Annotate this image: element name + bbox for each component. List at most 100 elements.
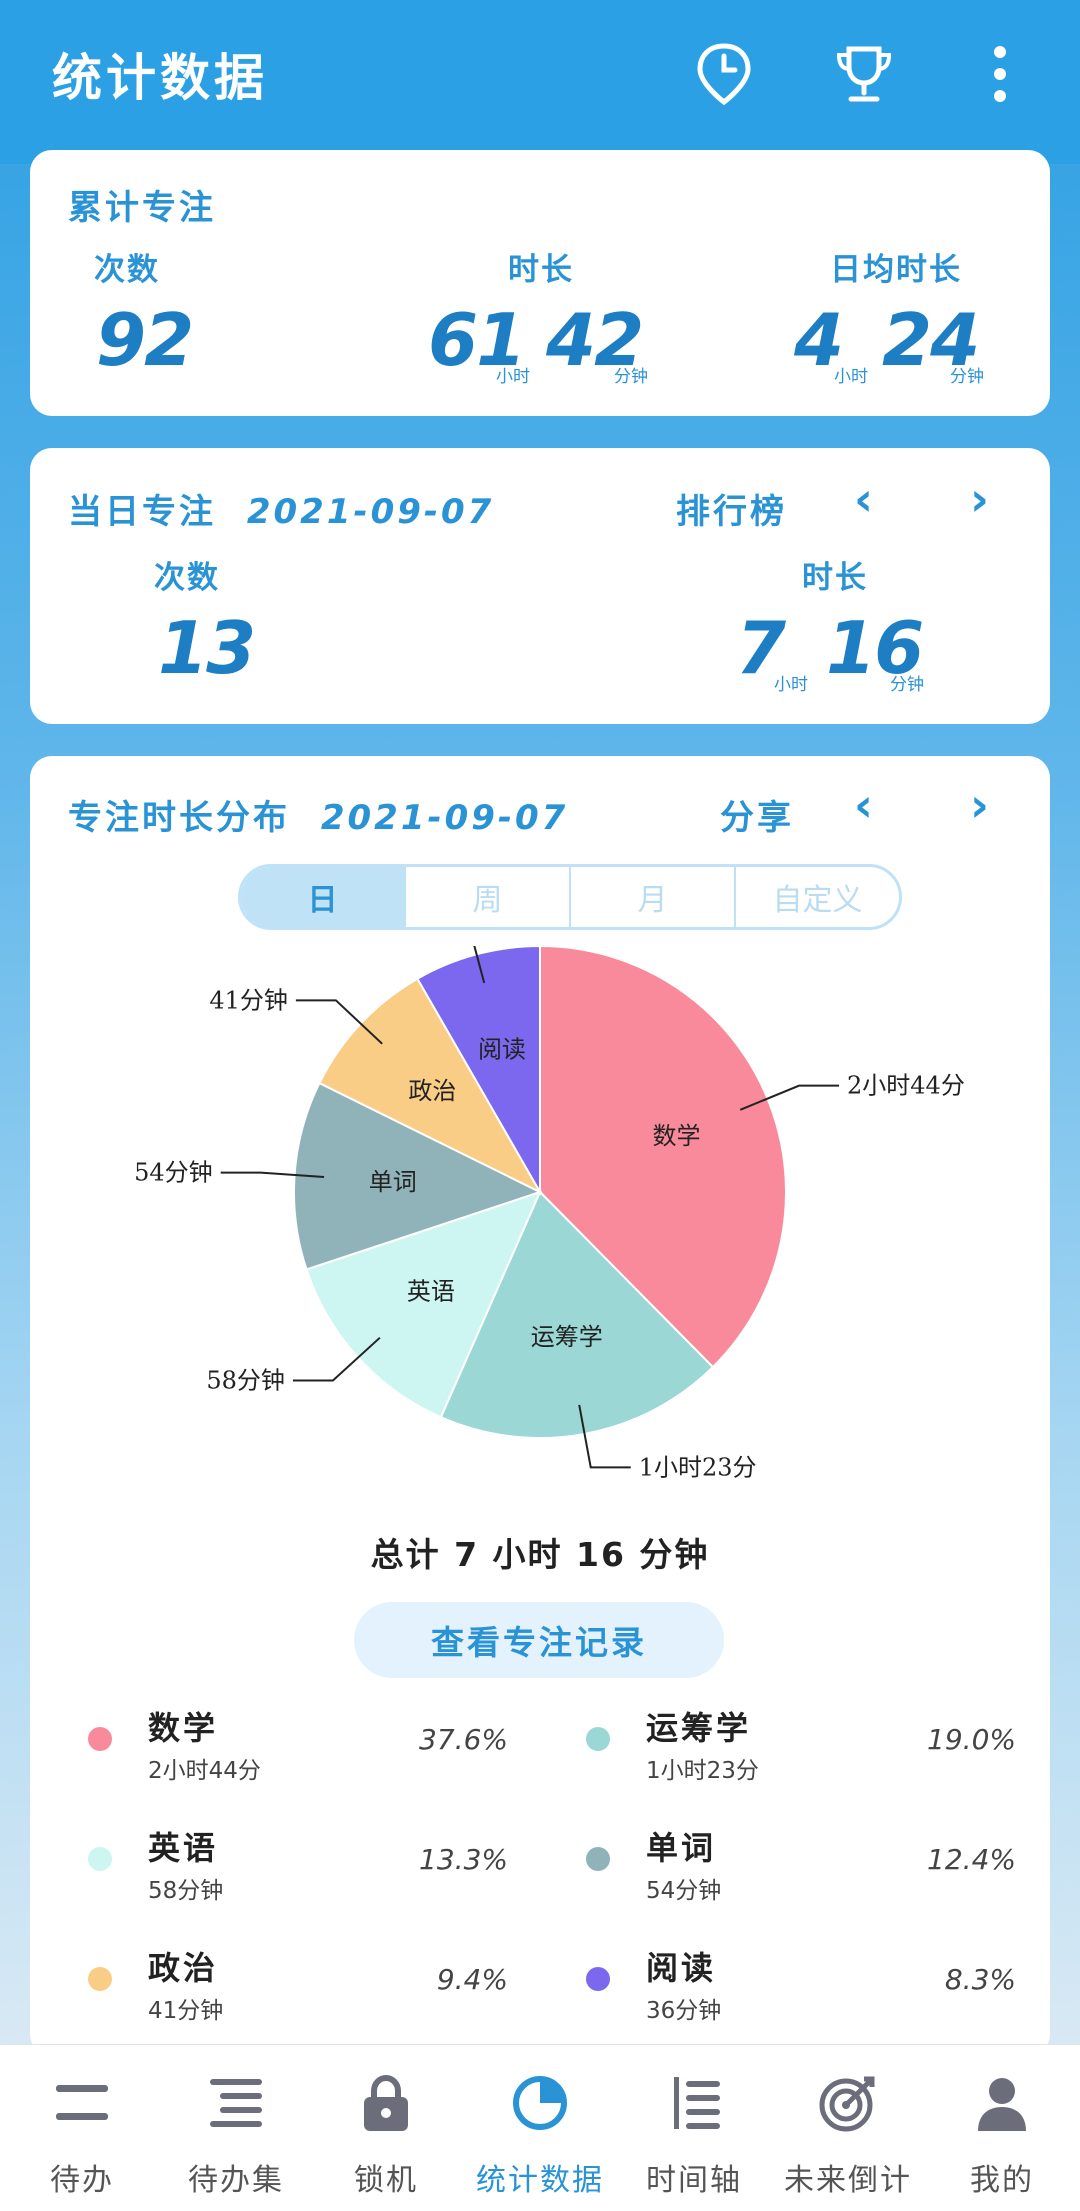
cumulative-focus-card: 累计专注 次数 92 时长 61 小时 42 分钟 日均时长 4 小时 24 分… <box>30 150 1050 416</box>
nav-item-me[interactable]: 我的 <box>925 2045 1079 2211</box>
tab-custom[interactable]: 自定义 <box>736 867 899 927</box>
card-title: 专注时长分布 2021-09-07 <box>68 790 568 839</box>
distribution-date: 2021-09-07 <box>320 798 569 838</box>
target-icon <box>819 2076 875 2132</box>
minutes-unit: 分钟 <box>950 367 984 387</box>
legend-color-dot <box>88 1727 112 1751</box>
page-title: 统计数据 <box>52 49 268 107</box>
legend-category: 阅读 <box>646 1949 717 1987</box>
hours-unit: 小时 <box>774 675 808 695</box>
todo-collection-icon <box>210 2079 262 2127</box>
bottom-navigation: 待办 待办集 锁机 统计数据 时间轴 未来倒计 我的 <box>0 2044 1080 2211</box>
nav-label: 我的 <box>970 2163 1034 2198</box>
top-app-bar: 统计数据 <box>0 0 1080 164</box>
nav-item-todo[interactable]: 待办 <box>5 2045 159 2211</box>
legend-category: 单词 <box>646 1829 717 1867</box>
tab-week[interactable]: 周 <box>406 867 571 927</box>
legend-item: 政治 41分钟 9.4% <box>88 1943 508 2033</box>
legend-item: 运筹学 1小时23分 19.0% <box>586 1703 1016 1793</box>
timeline-icon <box>674 2077 720 2129</box>
period-tabs: 日 周 月 自定义 <box>238 864 902 930</box>
legend-duration: 58分钟 <box>148 1878 224 1904</box>
legend-category: 政治 <box>148 1949 219 1987</box>
legend-percent: 37.6% <box>419 1723 508 1756</box>
clock-pin-icon[interactable] <box>684 34 764 114</box>
tab-month[interactable]: 月 <box>571 867 736 927</box>
legend-item: 英语 58分钟 13.3% <box>88 1823 508 1913</box>
legend-color-dot <box>586 1967 610 1991</box>
nav-item-statistics[interactable]: 统计数据 <box>463 2045 617 2211</box>
slice-duration-label: 1小时23分 <box>639 1453 757 1481</box>
daily-focus-card: 当日专注 2021-09-07 排行榜 ‹ › 次数 13 时长 7 小时 16… <box>30 448 1050 724</box>
nav-item-timeline[interactable]: 时间轴 <box>617 2045 771 2211</box>
count-value: 13 <box>158 606 256 690</box>
legend-duration: 1小时23分 <box>646 1758 759 1784</box>
pie-chart: 数学2小时44分运筹学1小时23分英语58分钟单词54分钟政治41分钟阅读36分… <box>134 946 965 1481</box>
slice-category-label: 阅读 <box>478 1035 526 1063</box>
slice-category-label: 单词 <box>369 1168 417 1196</box>
lock-icon <box>364 2074 408 2131</box>
trophy-icon[interactable] <box>824 34 904 114</box>
daily-title: 当日专注 <box>68 492 216 532</box>
nav-label: 时间轴 <box>646 2163 742 2198</box>
legend-category: 运筹学 <box>646 1709 752 1747</box>
nav-label: 未来倒计 <box>784 2163 912 2198</box>
legend-percent: 12.4% <box>927 1843 1016 1876</box>
count-label: 次数 <box>154 560 220 596</box>
legend-item: 阅读 36分钟 8.3% <box>586 1943 1016 2033</box>
nav-label: 统计数据 <box>476 2163 604 2198</box>
slice-duration-label: 41分钟 <box>209 986 288 1014</box>
legend-duration: 36分钟 <box>646 1998 722 2024</box>
nav-label: 待办集 <box>188 2163 284 2198</box>
slice-duration-label: 58分钟 <box>206 1366 285 1394</box>
slice-category-label: 数学 <box>653 1122 701 1150</box>
card-title: 累计专注 <box>68 188 216 228</box>
share-button[interactable]: 分享 <box>720 790 794 839</box>
legend-percent: 9.4% <box>436 1963 508 1996</box>
nav-label: 待办 <box>50 2163 114 2198</box>
tab-day[interactable]: 日 <box>241 867 406 927</box>
legend-color-dot <box>88 1967 112 1991</box>
legend-category: 数学 <box>148 1709 219 1747</box>
slice-category-label: 运筹学 <box>531 1323 603 1351</box>
hours-unit: 小时 <box>834 367 868 387</box>
view-records-button[interactable]: 查看专注记录 <box>354 1602 724 1678</box>
hours-unit: 小时 <box>496 367 530 387</box>
minutes-unit: 分钟 <box>614 367 648 387</box>
duration-label: 时长 <box>802 560 868 596</box>
count-label: 次数 <box>94 252 160 288</box>
distribution-card: 专注时长分布 2021-09-07 分享 ‹ › 日 周 月 自定义 数学 2小时… <box>30 756 1050 2056</box>
next-period-button[interactable]: › <box>970 778 989 832</box>
legend-percent: 19.0% <box>927 1723 1016 1756</box>
prev-day-button[interactable]: ‹ <box>854 472 873 526</box>
slice-category-label: 英语 <box>407 1277 455 1305</box>
legend-percent: 8.3% <box>944 1963 1016 1996</box>
legend-item: 数学 2小时44分 37.6% <box>88 1703 508 1793</box>
todo-icon <box>56 2085 108 2120</box>
nav-item-todo-collection[interactable]: 待办集 <box>159 2045 313 2211</box>
daily-avg-label: 日均时长 <box>830 252 962 288</box>
ranking-link[interactable]: 排行榜 <box>676 484 787 533</box>
nav-label: 锁机 <box>354 2163 418 2198</box>
legend-color-dot <box>88 1847 112 1871</box>
duration-label: 时长 <box>508 252 574 288</box>
legend-item: 单词 54分钟 12.4% <box>586 1823 1016 1913</box>
daily-date: 2021-09-07 <box>246 492 495 532</box>
nav-item-countdown[interactable]: 未来倒计 <box>771 2045 925 2211</box>
legend-duration: 54分钟 <box>646 1878 722 1904</box>
count-value: 92 <box>96 298 194 382</box>
slice-category-label: 政治 <box>408 1077 456 1105</box>
total-duration: 总计 7 小时 16 分钟 <box>370 1535 710 1574</box>
user-icon <box>978 2078 1026 2131</box>
legend-color-dot <box>586 1727 610 1751</box>
slice-duration-label: 2小时44分 <box>847 1072 965 1100</box>
nav-item-lock[interactable]: 锁机 <box>309 2045 463 2211</box>
distribution-title: 专注时长分布 <box>68 798 290 838</box>
slice-duration-label: 54分钟 <box>134 1159 213 1187</box>
legend-percent: 13.3% <box>419 1843 508 1876</box>
minutes-unit: 分钟 <box>890 675 924 695</box>
more-vert-icon[interactable] <box>960 34 1040 114</box>
legend-duration: 41分钟 <box>148 1998 224 2024</box>
prev-period-button[interactable]: ‹ <box>854 778 873 832</box>
next-day-button[interactable]: › <box>970 472 989 526</box>
